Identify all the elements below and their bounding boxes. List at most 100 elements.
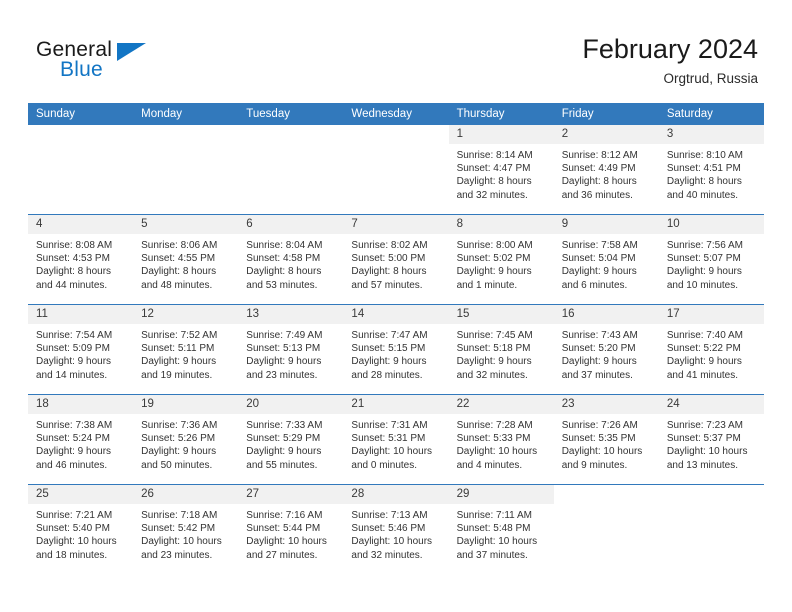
sunset-text: Sunset: 5:44 PM xyxy=(246,523,321,535)
calendar-day-cell[interactable]: 16 Sunrise: 7:43 AM Sunset: 5:20 PM Dayligh… xyxy=(553,304,659,395)
calendar-day-cell[interactable]: 7 Sunrise: 8:02 AM Sunset: 5:00 PM Daylight… xyxy=(343,214,449,305)
calendar-week-row: 11 Sunrise: 7:54 AM Sunset: 5:09 PM Dayligh… xyxy=(28,304,764,395)
calendar-day-cell[interactable]: 6 Sunrise: 8:04 AM Sunset: 4:58 PM Daylight… xyxy=(238,214,344,305)
day-number: 24 xyxy=(658,395,764,414)
day-number: 7 xyxy=(343,215,449,234)
daylight-text-line1: Daylight: 9 hours xyxy=(456,356,532,368)
day-number xyxy=(28,125,134,144)
sunrise-text: Sunrise: 7:54 AM xyxy=(36,330,113,341)
calendar-day-cell[interactable]: 22 Sunrise: 7:28 AM Sunset: 5:33 PM Dayligh… xyxy=(448,394,554,485)
calendar-day-cell[interactable]: 23 Sunrise: 7:26 AM Sunset: 5:35 PM Dayligh… xyxy=(553,394,659,485)
calendar-grid: Sunday Monday Tuesday Wednesday Thursday… xyxy=(28,103,764,574)
sunset-text: Sunset: 5:48 PM xyxy=(456,523,531,535)
calendar-day-cell[interactable]: 19 Sunrise: 7:36 AM Sunset: 5:26 PM Dayligh… xyxy=(133,394,239,485)
sunrise-text: Sunrise: 7:43 AM xyxy=(561,330,638,341)
sunset-text: Sunset: 5:13 PM xyxy=(246,343,321,355)
day-cell-inner: 27 Sunrise: 7:16 AM Sunset: 5:44 PM Dayligh… xyxy=(238,485,344,574)
calendar-day-cell[interactable]: 29 Sunrise: 7:11 AM Sunset: 5:48 PM Dayligh… xyxy=(448,484,554,574)
calendar-day-cell[interactable]: 4 Sunrise: 8:08 AM Sunset: 4:53 PM Daylight… xyxy=(28,214,134,305)
day-details: Sunrise: 7:54 AM Sunset: 5:09 PM Daylight:… xyxy=(28,324,133,382)
calendar-day-cell[interactable]: 13 Sunrise: 7:49 AM Sunset: 5:13 PM Dayligh… xyxy=(238,304,344,395)
day-cell-inner: 2 Sunrise: 8:12 AM Sunset: 4:49 PM Daylight… xyxy=(553,125,659,214)
weekday-header-monday: Monday xyxy=(133,103,239,125)
daylight-text-line1: Daylight: 10 hours xyxy=(351,446,433,458)
daylight-text-line1: Daylight: 9 hours xyxy=(561,266,637,278)
calendar-day-cell[interactable]: 1 Sunrise: 8:14 AM Sunset: 4:47 PM Daylight… xyxy=(448,125,554,215)
day-details: Sunrise: 7:40 AM Sunset: 5:22 PM Daylight:… xyxy=(659,324,764,382)
day-number: 18 xyxy=(28,395,134,414)
day-details: Sunrise: 7:13 AM Sunset: 5:46 PM Daylight:… xyxy=(343,504,448,562)
day-cell-inner: 9 Sunrise: 7:58 AM Sunset: 5:04 PM Daylight… xyxy=(553,215,659,304)
calendar-day-cell-empty xyxy=(343,125,449,215)
calendar-day-cell[interactable]: 9 Sunrise: 7:58 AM Sunset: 5:04 PM Daylight… xyxy=(553,214,659,305)
day-number: 19 xyxy=(133,395,239,414)
calendar-day-cell[interactable]: 3 Sunrise: 8:10 AM Sunset: 4:51 PM Daylight… xyxy=(658,125,764,215)
calendar-day-cell[interactable]: 20 Sunrise: 7:33 AM Sunset: 5:29 PM Dayligh… xyxy=(238,394,344,485)
day-cell-inner: 16 Sunrise: 7:43 AM Sunset: 5:20 PM Dayligh… xyxy=(553,305,659,394)
calendar-day-cell-empty xyxy=(133,125,239,215)
day-cell-inner: 11 Sunrise: 7:54 AM Sunset: 5:09 PM Dayligh… xyxy=(28,305,134,394)
calendar-day-cell[interactable]: 14 Sunrise: 7:47 AM Sunset: 5:15 PM Dayligh… xyxy=(343,304,449,395)
day-details: Sunrise: 7:52 AM Sunset: 5:11 PM Daylight:… xyxy=(133,324,238,382)
daylight-text-line1: Daylight: 10 hours xyxy=(36,536,117,548)
day-details: Sunrise: 7:28 AM Sunset: 5:33 PM Daylight:… xyxy=(449,414,554,472)
day-details: Sunrise: 7:43 AM Sunset: 5:20 PM Daylight:… xyxy=(554,324,659,382)
calendar-day-cell[interactable]: 2 Sunrise: 8:12 AM Sunset: 4:49 PM Daylight… xyxy=(553,125,659,215)
calendar-day-cell[interactable]: 10 Sunrise: 7:56 AM Sunset: 5:07 PM Dayligh… xyxy=(658,214,764,305)
calendar-day-cell[interactable]: 21 Sunrise: 7:31 AM Sunset: 5:31 PM Dayligh… xyxy=(343,394,449,485)
calendar-day-cell[interactable]: 11 Sunrise: 7:54 AM Sunset: 5:09 PM Dayligh… xyxy=(28,304,134,395)
daylight-text-line1: Daylight: 9 hours xyxy=(666,266,742,278)
calendar-body: 1 Sunrise: 8:14 AM Sunset: 4:47 PM Daylight… xyxy=(28,125,764,574)
sunset-text: Sunset: 4:55 PM xyxy=(141,253,216,265)
calendar-week-row: 1 Sunrise: 8:14 AM Sunset: 4:47 PM Daylight… xyxy=(28,125,764,215)
sunset-text: Sunset: 5:11 PM xyxy=(141,343,215,355)
calendar-day-cell[interactable]: 12 Sunrise: 7:52 AM Sunset: 5:11 PM Dayligh… xyxy=(133,304,239,395)
page-header: General Blue February 2024 Orgtrud, Russ… xyxy=(0,0,792,103)
day-details: Sunrise: 8:08 AM Sunset: 4:53 PM Daylight:… xyxy=(28,234,133,292)
sunrise-text: Sunrise: 7:21 AM xyxy=(36,510,113,521)
daylight-text-line1: Daylight: 10 hours xyxy=(246,536,327,548)
daylight-text-line1: Daylight: 8 hours xyxy=(561,176,637,188)
day-details: Sunrise: 7:16 AM Sunset: 5:44 PM Daylight:… xyxy=(238,504,343,562)
calendar-day-cell-empty xyxy=(658,484,764,574)
calendar-week-row: 4 Sunrise: 8:08 AM Sunset: 4:53 PM Daylight… xyxy=(28,214,764,305)
sunset-text: Sunset: 5:04 PM xyxy=(561,253,636,265)
day-number: 8 xyxy=(448,215,554,234)
daylight-text-line2: and 18 minutes. xyxy=(36,549,108,561)
day-cell-inner: 20 Sunrise: 7:33 AM Sunset: 5:29 PM Dayligh… xyxy=(238,395,344,484)
day-cell-inner: 19 Sunrise: 7:36 AM Sunset: 5:26 PM Dayligh… xyxy=(133,395,239,484)
calendar-day-cell[interactable]: 24 Sunrise: 7:23 AM Sunset: 5:37 PM Dayligh… xyxy=(658,394,764,485)
day-number: 11 xyxy=(28,305,134,324)
page-title: February 2024 xyxy=(582,34,758,64)
day-cell-inner: 28 Sunrise: 7:13 AM Sunset: 5:46 PM Dayligh… xyxy=(343,485,449,574)
calendar-day-cell-empty xyxy=(28,125,134,215)
calendar-day-cell[interactable]: 25 Sunrise: 7:21 AM Sunset: 5:40 PM Dayligh… xyxy=(28,484,134,574)
day-cell-inner: 25 Sunrise: 7:21 AM Sunset: 5:40 PM Dayligh… xyxy=(28,485,134,574)
daylight-text-line1: Daylight: 8 hours xyxy=(141,266,217,278)
sunset-text: Sunset: 5:35 PM xyxy=(561,433,636,445)
sunrise-text: Sunrise: 8:14 AM xyxy=(456,150,533,161)
calendar-day-cell[interactable]: 15 Sunrise: 7:45 AM Sunset: 5:18 PM Dayligh… xyxy=(448,304,554,395)
calendar-day-cell[interactable]: 27 Sunrise: 7:16 AM Sunset: 5:44 PM Dayligh… xyxy=(238,484,344,574)
calendar-day-cell[interactable]: 18 Sunrise: 7:38 AM Sunset: 5:24 PM Dayligh… xyxy=(28,394,134,485)
calendar-day-cell[interactable]: 17 Sunrise: 7:40 AM Sunset: 5:22 PM Dayligh… xyxy=(658,304,764,395)
day-number: 12 xyxy=(133,305,239,324)
sunset-text: Sunset: 5:29 PM xyxy=(246,433,321,445)
daylight-text-line2: and 4 minutes. xyxy=(456,459,523,471)
calendar-day-cell[interactable]: 8 Sunrise: 8:00 AM Sunset: 5:02 PM Daylight… xyxy=(448,214,554,305)
daylight-text-line2: and 37 minutes. xyxy=(561,369,633,381)
calendar-day-cell[interactable]: 28 Sunrise: 7:13 AM Sunset: 5:46 PM Dayligh… xyxy=(343,484,449,574)
day-details: Sunrise: 7:21 AM Sunset: 5:40 PM Daylight:… xyxy=(28,504,133,562)
weekday-header-friday: Friday xyxy=(553,103,659,125)
calendar-day-cell[interactable]: 5 Sunrise: 8:06 AM Sunset: 4:55 PM Daylight… xyxy=(133,214,239,305)
day-details: Sunrise: 7:47 AM Sunset: 5:15 PM Daylight:… xyxy=(343,324,448,382)
daylight-text-line1: Daylight: 9 hours xyxy=(561,356,637,368)
daylight-text-line1: Daylight: 8 hours xyxy=(36,266,112,278)
day-cell-inner xyxy=(658,485,764,574)
calendar-page: General Blue February 2024 Orgtrud, Russ… xyxy=(0,0,792,612)
sunrise-text: Sunrise: 7:49 AM xyxy=(246,330,323,341)
sunset-text: Sunset: 4:49 PM xyxy=(561,163,636,175)
calendar-day-cell[interactable]: 26 Sunrise: 7:18 AM Sunset: 5:42 PM Dayligh… xyxy=(133,484,239,574)
brand-logo[interactable]: General Blue xyxy=(36,38,236,88)
weekday-header-sunday: Sunday xyxy=(28,103,134,125)
